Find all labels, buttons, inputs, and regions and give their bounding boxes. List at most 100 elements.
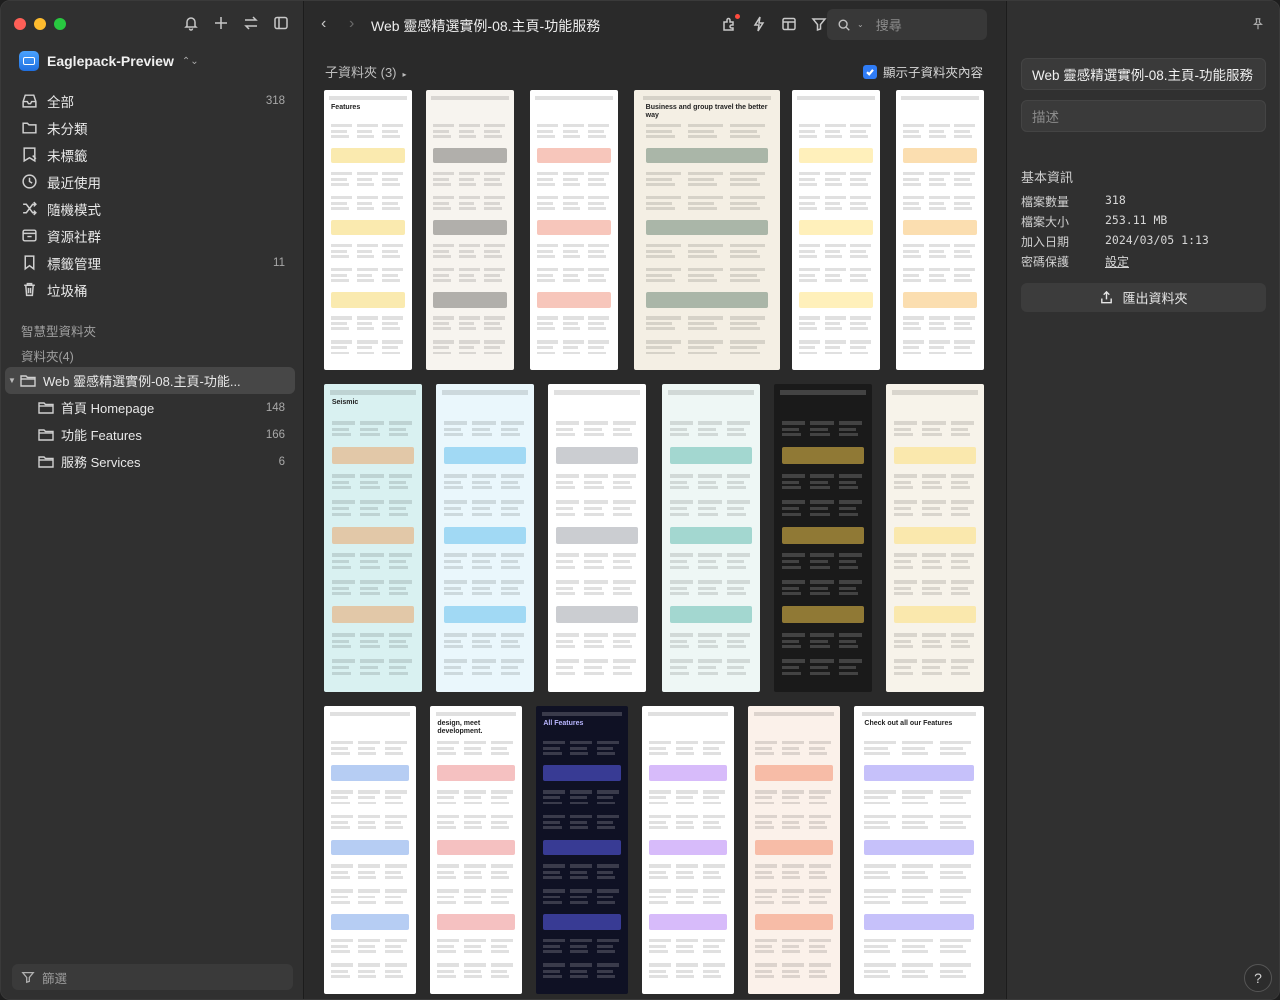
folder-count: 6 — [278, 455, 285, 468]
pin-icon[interactable] — [1251, 17, 1265, 34]
thumb-secure-productivity[interactable] — [548, 384, 646, 692]
search-field[interactable]: ⌄ 搜尋 — [827, 9, 987, 40]
chevron-right-icon: ▸ — [402, 70, 407, 79]
thumb-purple-gradient[interactable] — [642, 706, 734, 994]
thumb-features-that-make[interactable] — [436, 384, 534, 692]
info-key: 加入日期 — [1021, 235, 1070, 249]
sidebar-item-2[interactable]: 未標籤 — [11, 141, 295, 168]
close-window-button[interactable] — [14, 18, 26, 30]
smart-folders-heading[interactable]: 智慧型資料夾 — [21, 321, 96, 340]
thumb-handling-knowledge[interactable] — [748, 706, 840, 994]
disclosure-triangle-icon[interactable]: ▼ — [5, 376, 19, 385]
folder-row[interactable]: 功能 Features 166 — [5, 421, 295, 448]
info-row: 檔案數量 318 — [1021, 193, 1266, 213]
thumb-frameworks[interactable] — [662, 384, 760, 692]
show-subfolder-label: 顯示子資料夾內容 — [882, 66, 983, 80]
thumb-check-all-features[interactable]: Check out all our Features — [854, 706, 984, 994]
folder-title-field[interactable]: Web 靈感精選實例-08.主頁-功能服務 — [1021, 58, 1266, 90]
page-title: Web 靈感精選實例-08.主頁-功能服務 — [371, 18, 601, 34]
export-folder-button[interactable]: 匯出資料夾 — [1021, 283, 1266, 312]
sidebar-item-0[interactable]: 全部 318 — [11, 87, 295, 114]
item-count: 11 — [273, 256, 285, 269]
folder-row[interactable]: 服務 Services 6 — [5, 448, 295, 475]
thumb-decentralized[interactable] — [426, 90, 514, 370]
community-icon — [21, 227, 39, 245]
folder-icon — [19, 372, 37, 390]
sidebar-item-3[interactable]: 最近使用 — [11, 168, 295, 195]
sidebar-item-4[interactable]: 隨機模式 — [11, 195, 295, 222]
sidebar-item-7[interactable]: 垃圾桶 — [11, 276, 295, 303]
subfolder-toggle[interactable]: 子資料夾 (3) ▸ — [325, 62, 407, 81]
folder-label: 功能 Features — [61, 428, 142, 443]
back-arrow-icon[interactable]: ‹ — [321, 15, 326, 33]
plus-icon[interactable] — [213, 15, 229, 31]
password-setting-link[interactable]: 設定 — [1105, 253, 1129, 273]
folder-label: 首頁 Homepage — [61, 401, 155, 416]
layout-icon[interactable] — [781, 16, 797, 32]
info-row: 檔案大小 253.11 MB — [1021, 213, 1266, 233]
folder-tree: ▼ Web 靈感精選實例-08.主頁-功能... 首頁 Homepage 148 功能 … — [5, 367, 295, 475]
library-logo-icon — [19, 51, 39, 71]
folder-icon — [37, 426, 55, 444]
thumb-team-manager[interactable] — [530, 90, 618, 370]
thumbnail-caption: design, meet development. — [437, 720, 483, 736]
library-name: Eaglepack-Preview — [47, 53, 174, 69]
thumb-all-features-dark[interactable]: All Features — [536, 706, 628, 994]
funnel-icon[interactable] — [811, 16, 827, 32]
thumb-business-travel[interactable]: Business and group travel the better way — [634, 90, 780, 370]
main-toolbar: ‹ › Web 靈感精選實例-08.主頁-功能服務 ⌄ 搜尋 — [305, 1, 1005, 49]
show-subfolder-checkbox[interactable]: 顯示子資料夾內容 — [862, 62, 983, 81]
search-options-chevron-icon[interactable]: ⌄ — [857, 20, 864, 29]
thumb-seismic[interactable]: Seismic — [324, 384, 422, 692]
thumb-features-light[interactable]: Features — [324, 90, 412, 370]
thumb-design-meet-dev[interactable]: design, meet development. — [430, 706, 522, 994]
lightning-icon[interactable] — [751, 16, 767, 32]
uncategorized-folder-icon — [21, 119, 39, 137]
bookmark-icon — [21, 254, 39, 272]
folder-icon — [37, 399, 55, 417]
folder-label: Web 靈感精選實例-08.主頁-功能... — [43, 374, 241, 389]
thumb-co-create[interactable] — [792, 90, 880, 370]
folders-heading[interactable]: 資料夾(4) — [21, 346, 74, 365]
sidebar-item-6[interactable]: 標籤管理 11 — [11, 249, 295, 276]
info-key: 檔案數量 — [1021, 195, 1070, 209]
sidebar-toggle-icon[interactable] — [273, 15, 289, 31]
inbox-icon — [21, 92, 39, 110]
thumb-keep-a-finger[interactable] — [774, 384, 872, 692]
puzzle-icon[interactable] — [721, 14, 740, 32]
sync-arrows-icon[interactable] — [243, 15, 259, 31]
app-window: Eaglepack-Preview ⌃⌄ 全部 318 未分類未標籤最近使用 隨機模式… — [0, 0, 1280, 1000]
info-value: 318 — [1105, 193, 1126, 207]
thumb-start-collaborating[interactable] — [886, 384, 984, 692]
folder-count: 166 — [265, 428, 285, 441]
library-switcher[interactable]: Eaglepack-Preview ⌃⌄ — [19, 51, 199, 71]
sidebar-item-1[interactable]: 未分類 — [11, 114, 295, 141]
info-heading: 基本資訊 — [1021, 170, 1074, 185]
filter-bar[interactable]: 篩選 — [12, 964, 293, 990]
sidebar-item-label: 標籤管理 — [47, 256, 101, 272]
untagged-icon — [21, 146, 39, 164]
description-field[interactable]: 描述 — [1021, 100, 1266, 132]
window-controls — [14, 18, 66, 30]
folder-row[interactable]: ▼ Web 靈感精選實例-08.主頁-功能... — [5, 367, 295, 394]
help-button[interactable]: ? — [1244, 964, 1272, 992]
thumbnail-caption: Check out all our Features — [864, 720, 953, 728]
folder-label: 服務 Services — [61, 455, 141, 470]
checkbox-checked-icon[interactable] — [862, 64, 877, 79]
folder-count: 148 — [265, 401, 285, 414]
minimize-window-button[interactable] — [34, 18, 46, 30]
sidebar-item-label: 未標籤 — [47, 148, 88, 164]
thumb-streamline[interactable] — [324, 706, 416, 994]
sidebar: Eaglepack-Preview ⌃⌄ 全部 318 未分類未標籤最近使用 隨機模式… — [1, 1, 304, 999]
thumb-flexible-features[interactable] — [896, 90, 984, 370]
folder-title-value: Web 靈感精選實例-08.主頁-功能服務 — [1032, 68, 1254, 83]
bell-icon[interactable] — [183, 15, 199, 31]
sidebar-item-5[interactable]: 資源社群 — [11, 222, 295, 249]
forward-arrow-icon[interactable]: › — [349, 15, 354, 33]
subfolder-label: 子資料夾 (3) — [325, 65, 397, 80]
shuffle-icon — [21, 200, 39, 218]
zoom-window-button[interactable] — [54, 18, 66, 30]
sidebar-item-label: 垃圾桶 — [47, 283, 88, 299]
folder-row[interactable]: 首頁 Homepage 148 — [5, 394, 295, 421]
info-key: 檔案大小 — [1021, 215, 1070, 229]
